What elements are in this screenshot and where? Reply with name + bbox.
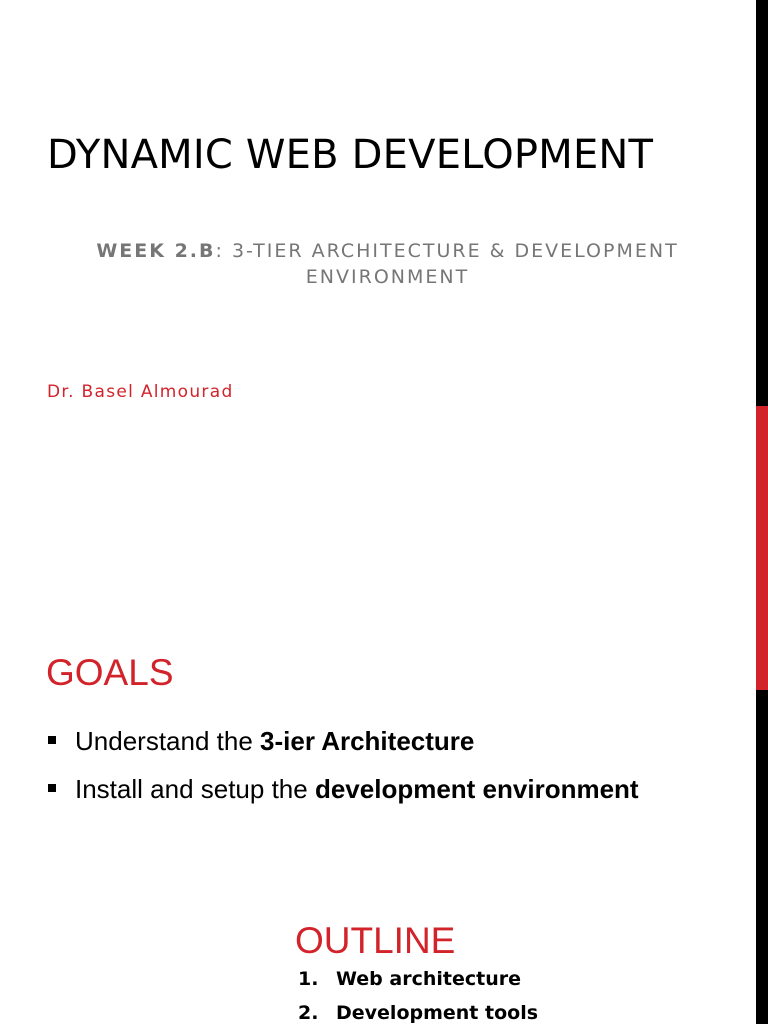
goal-item: Install and setup the development enviro… — [46, 774, 639, 822]
outline-number: 2. — [298, 1002, 319, 1024]
presentation-title: DYNAMIC WEB DEVELOPMENT — [47, 132, 654, 178]
sidebar-black-bar — [756, 0, 768, 406]
bullet-square-icon — [48, 784, 56, 792]
goals-slide: GOALS Understand the 3-ier Architecture … — [0, 512, 768, 1024]
goals-heading: GOALS — [46, 652, 174, 693]
title-slide: DYNAMIC WEB DEVELOPMENT WEEK 2.B: 3-TIER… — [0, 0, 768, 512]
goal-emphasis: development environment — [314, 774, 639, 804]
outline-item: 2. Development tools — [298, 1002, 538, 1024]
subtitle-topic: : 3-TIER ARCHITECTURE & DEVELOPMENT ENVI… — [215, 240, 679, 288]
goal-emphasis: 3-ier Architecture — [260, 726, 475, 756]
goals-list: Understand the 3-ier Architecture Instal… — [46, 726, 639, 822]
outline-label: Web architecture — [336, 968, 521, 990]
goal-text: Install and setup the — [75, 774, 315, 804]
sidebar-red-bar — [756, 512, 768, 690]
presentation-subtitle: WEEK 2.B: 3-TIER ARCHITECTURE & DEVELOPM… — [60, 238, 715, 290]
sidebar-red-bar — [756, 406, 768, 512]
subtitle-week: WEEK 2.B — [96, 240, 216, 262]
author-name: Dr. Basel Almourad — [47, 382, 234, 402]
outline-number: 1. — [298, 968, 319, 990]
outline-list: 1. Web architecture 2. Development tools — [298, 968, 538, 1024]
outline-item: 1. Web architecture — [298, 968, 538, 1002]
outline-label: Development tools — [336, 1002, 539, 1024]
goal-item: Understand the 3-ier Architecture — [46, 726, 639, 774]
sidebar-black-bar — [756, 690, 768, 1024]
bullet-square-icon — [48, 736, 56, 744]
goal-text: Understand the — [75, 726, 261, 756]
outline-heading: OUTLINE — [295, 920, 456, 961]
